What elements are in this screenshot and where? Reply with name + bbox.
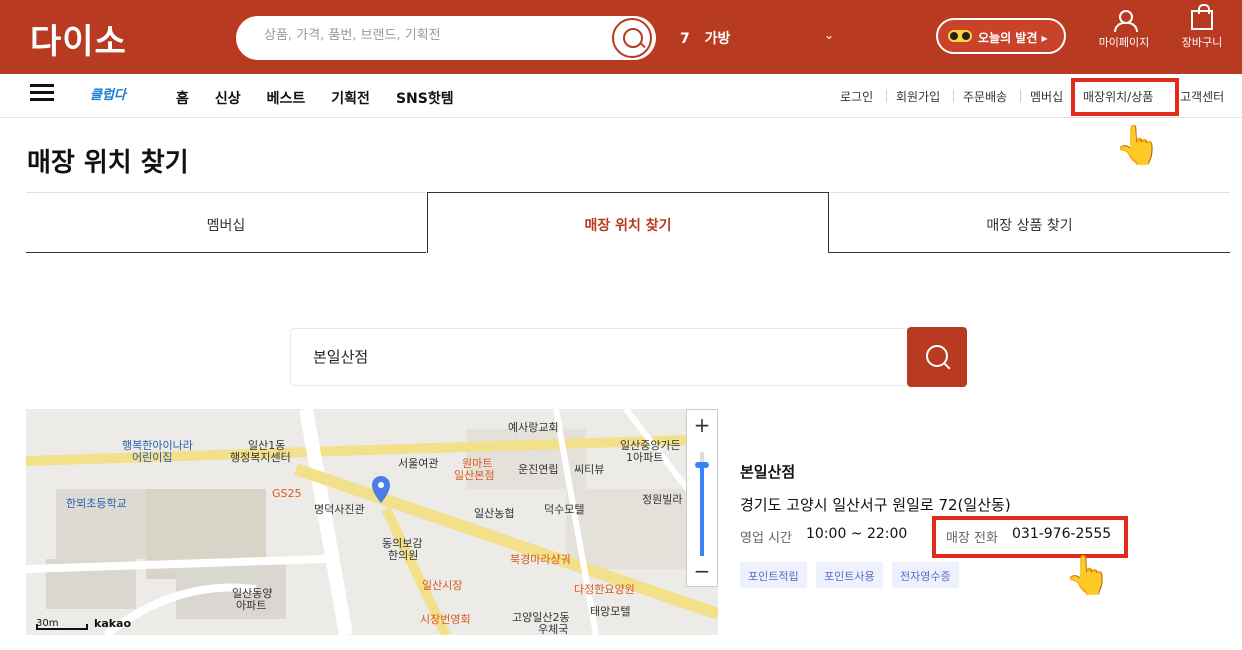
chevron-down-icon[interactable]: ⌄ xyxy=(824,28,834,42)
trending-keyword[interactable]: 7 가방 xyxy=(680,28,730,48)
hours-label: 영업 시간 xyxy=(740,531,792,546)
map-label: 일산시장 xyxy=(422,579,463,592)
club-logo[interactable]: 클럽다 xyxy=(90,84,126,103)
zoom-handle[interactable] xyxy=(695,462,709,468)
kakao-logo: kakao xyxy=(94,617,132,630)
nav-item-promotions[interactable]: 기획전 xyxy=(331,88,370,108)
trend-keyword: 가방 xyxy=(704,31,731,47)
badge-e-receipt: 전자영수증 xyxy=(892,562,959,588)
bag-icon xyxy=(1191,4,1213,30)
nav-item-home[interactable]: 홈 xyxy=(176,88,189,108)
map-label: 운진연립 xyxy=(518,463,559,476)
signup-link[interactable]: 회원가입 xyxy=(896,88,940,105)
map-label: 우체국 xyxy=(538,623,569,635)
map-label: 일산본점 xyxy=(454,469,495,482)
map-label: 1아파트 xyxy=(626,451,664,464)
tab-store-location[interactable]: 매장 위치 찾기 xyxy=(427,192,829,253)
map-label: 북경마라샹궈 xyxy=(510,553,571,566)
daiso-logo[interactable]: 다이소 xyxy=(30,14,127,63)
util-divider xyxy=(886,90,887,102)
store-search-button[interactable] xyxy=(907,327,967,387)
tab-store-products[interactable]: 매장 상품 찾기 xyxy=(829,192,1230,253)
tab-bar: 멤버십 매장 위치 찾기 매장 상품 찾기 xyxy=(26,192,1230,253)
util-divider xyxy=(1020,90,1021,102)
page-title: 매장 위치 찾기 xyxy=(27,148,189,178)
pointing-hand-icon: 👆 xyxy=(1064,553,1112,597)
map-label: 명덕사진관 xyxy=(314,503,365,516)
store-search-input[interactable] xyxy=(313,347,873,365)
map-label: 일산농협 xyxy=(474,507,515,520)
customer-center-link[interactable]: 고객센터 xyxy=(1180,88,1224,105)
cart-label: 장바구니 xyxy=(1181,36,1223,49)
search-box xyxy=(236,16,656,60)
util-divider xyxy=(953,90,954,102)
person-icon xyxy=(1114,10,1138,32)
zoom-level-fill xyxy=(700,466,704,556)
zoom-out-button[interactable]: − xyxy=(687,556,717,586)
store-address: 경기도 고양시 일산서구 원일로 72(일산동) xyxy=(740,496,1011,514)
order-tracking-link[interactable]: 주문배송 xyxy=(963,88,1007,105)
map-label: 어린이집 xyxy=(132,451,173,464)
map-label: GS25 xyxy=(272,487,302,500)
nav-menu: 홈 신상 베스트 기획전 SNS핫템 xyxy=(176,88,480,108)
map-label: 예사랑교회 xyxy=(508,421,559,434)
badge-point-use: 포인트사용 xyxy=(816,562,883,588)
map-label: 아파트 xyxy=(236,599,267,612)
zoom-in-button[interactable]: + xyxy=(687,410,717,440)
map-zoom-control: + − xyxy=(686,409,718,587)
store-search-box xyxy=(290,328,910,386)
map-scale-bar xyxy=(36,624,88,630)
tab-membership[interactable]: 멤버십 xyxy=(26,192,426,253)
trend-rank: 7 xyxy=(680,31,690,47)
store-name: 본일산점 xyxy=(740,463,796,481)
map-label: 행정복지센터 xyxy=(230,451,291,464)
nav-item-best[interactable]: 베스트 xyxy=(267,88,306,108)
nav-item-new[interactable]: 신상 xyxy=(215,88,241,108)
map-label: 태앙모텔 xyxy=(590,605,631,618)
mypage-button[interactable]: 마이페이지 xyxy=(1096,10,1152,50)
search-input[interactable] xyxy=(264,28,604,43)
map-label: 한의원 xyxy=(388,549,419,562)
membership-link[interactable]: 멤버십 xyxy=(1030,88,1063,105)
map-label: 정원빌라 xyxy=(642,493,683,506)
main-nav: 클럽다 홈 신상 베스트 기획전 SNS핫템 로그인 회원가입 주문배송 멤버십… xyxy=(0,74,1242,118)
map-label: 씨티뷰 xyxy=(574,463,605,476)
hours-value: 10:00 ~ 22:00 xyxy=(806,526,908,542)
highlight-store-location xyxy=(1071,78,1179,116)
top-header: 다이소 7 가방 ⌄ 오늘의 발견 ▸ 마이페이지 장바구니 xyxy=(0,0,1242,74)
eyes-icon xyxy=(948,30,972,42)
store-map[interactable]: 행복한아이나라 어린이집 일산1동 행정복지센터 예사랑교회 서울여관 원마트 … xyxy=(26,409,718,635)
mypage-label: 마이페이지 xyxy=(1098,36,1150,49)
nav-item-sns[interactable]: SNS핫템 xyxy=(396,88,454,108)
today-discovery-label: 오늘의 발견 ▸ xyxy=(978,31,1048,45)
pointing-hand-icon: 👆 xyxy=(1114,123,1162,167)
cart-button[interactable]: 장바구니 xyxy=(1176,4,1228,50)
map-label: 덕수모텔 xyxy=(544,503,585,516)
badge-point-earn: 포인트적립 xyxy=(740,562,807,588)
map-label: 한뫼초등학교 xyxy=(66,497,127,510)
map-label: 서울여관 xyxy=(398,457,439,470)
search-icon[interactable] xyxy=(612,18,652,58)
hamburger-menu-icon[interactable] xyxy=(30,84,54,102)
highlight-store-phone xyxy=(932,516,1128,558)
map-label: 시장번영회 xyxy=(420,613,471,626)
today-discovery-button[interactable]: 오늘의 발견 ▸ xyxy=(936,18,1066,54)
login-link[interactable]: 로그인 xyxy=(840,88,873,105)
map-label: 다정한요양원 xyxy=(574,583,635,596)
